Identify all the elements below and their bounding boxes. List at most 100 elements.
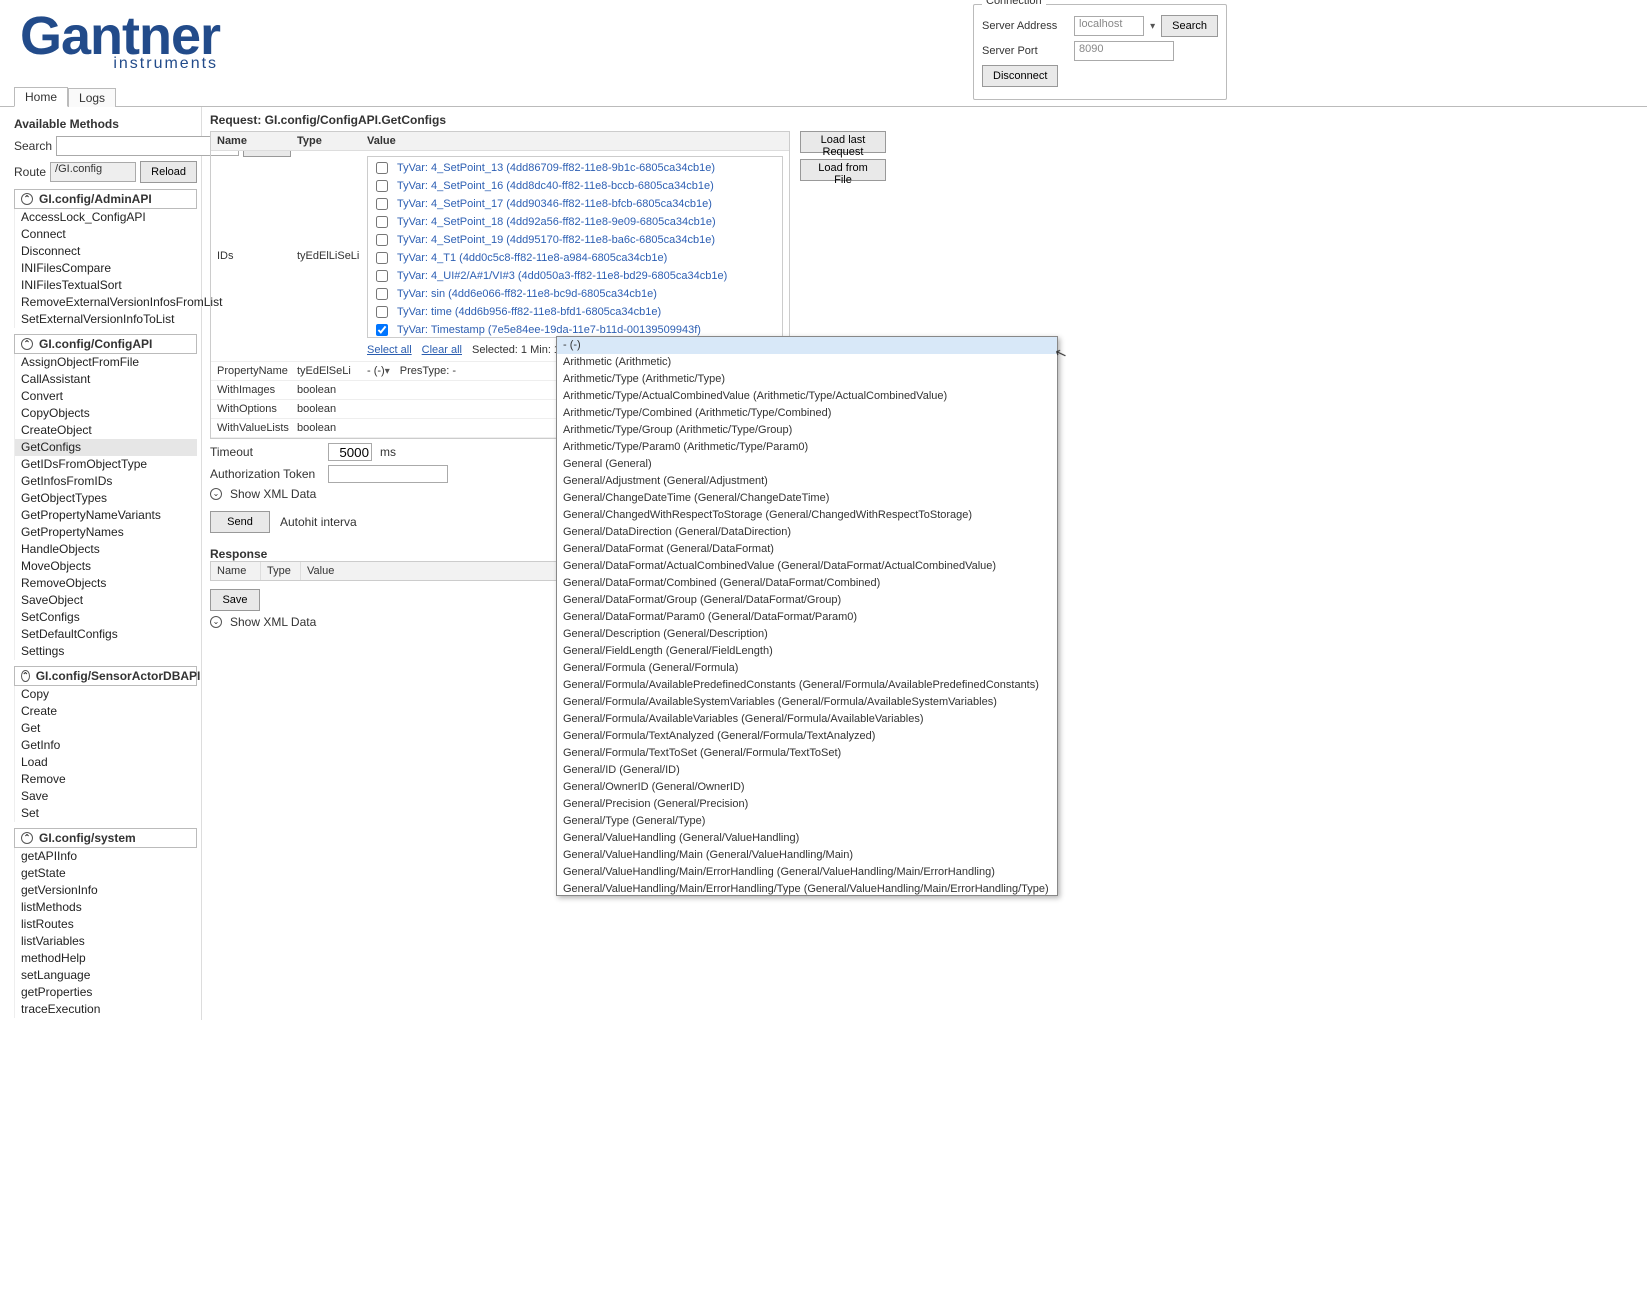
method-item[interactable]: RemoveExternalVersionInfosFromList: [15, 294, 197, 311]
method-item[interactable]: setLanguage: [15, 967, 197, 984]
method-item[interactable]: SaveObject: [15, 592, 197, 609]
dropdown-item[interactable]: Arithmetic/Type/Group (Arithmetic/Type/G…: [557, 422, 1057, 439]
method-item[interactable]: Remove: [15, 771, 197, 788]
server-port-input[interactable]: 8090: [1074, 41, 1174, 61]
method-item[interactable]: getProperties: [15, 984, 197, 1001]
method-item[interactable]: Save: [15, 788, 197, 805]
dropdown-item[interactable]: Arithmetic/Type/Param0 (Arithmetic/Type/…: [557, 439, 1057, 456]
dropdown-item[interactable]: General/Adjustment (General/Adjustment): [557, 473, 1057, 490]
ids-item[interactable]: TyVar: 4_SetPoint_16 (4dd8dc40-ff82-11e8…: [372, 177, 778, 195]
load-from-file-button[interactable]: Load from File: [800, 159, 886, 181]
method-item[interactable]: listRoutes: [15, 916, 197, 933]
dropdown-item[interactable]: General/Type (General/Type): [557, 813, 1057, 830]
dropdown-item[interactable]: General/ValueHandling/Main/ErrorHandling…: [557, 864, 1057, 881]
method-item[interactable]: SetDefaultConfigs: [15, 626, 197, 643]
method-group-header[interactable]: ⌃GI.config/ConfigAPI: [14, 334, 197, 354]
select-all-link[interactable]: Select all: [367, 344, 412, 356]
ids-checkbox[interactable]: [376, 198, 388, 210]
method-group-header[interactable]: ⌃GI.config/AdminAPI: [14, 189, 197, 209]
method-item[interactable]: MoveObjects: [15, 558, 197, 575]
dropdown-item[interactable]: General/ValueHandling/Main/ErrorHandling…: [557, 881, 1057, 896]
method-item[interactable]: SetExternalVersionInfoToList: [15, 311, 197, 328]
ids-checkbox[interactable]: [376, 306, 388, 318]
ids-checkbox[interactable]: [376, 180, 388, 192]
method-item[interactable]: getAPIInfo: [15, 848, 197, 865]
reload-button[interactable]: Reload: [140, 161, 197, 183]
propertyname-dropdown[interactable]: - (-)Arithmetic (Arithmetic)Arithmetic/T…: [556, 336, 1058, 896]
search-button[interactable]: Search: [1161, 15, 1218, 37]
dropdown-item[interactable]: General/DataFormat (General/DataFormat): [557, 541, 1057, 558]
chevron-up-icon[interactable]: ⌃: [21, 670, 30, 682]
dropdown-item[interactable]: General/Formula/AvailableVariables (Gene…: [557, 711, 1057, 728]
dropdown-item[interactable]: General (General): [557, 456, 1057, 473]
method-item[interactable]: Set: [15, 805, 197, 822]
save-button[interactable]: Save: [210, 589, 260, 611]
timeout-input[interactable]: [328, 443, 372, 461]
ids-item[interactable]: TyVar: 4_UI#2/A#1/VI#3 (4dd050a3-ff82-11…: [372, 267, 778, 285]
method-item[interactable]: AccessLock_ConfigAPI: [15, 209, 197, 226]
method-item[interactable]: Convert: [15, 388, 197, 405]
ids-item[interactable]: TyVar: 4_SetPoint_19 (4dd95170-ff82-11e8…: [372, 231, 778, 249]
show-xml-resp-label[interactable]: Show XML Data: [230, 615, 316, 629]
method-item[interactable]: Load: [15, 754, 197, 771]
disconnect-button[interactable]: Disconnect: [982, 65, 1058, 87]
dropdown-item[interactable]: General/OwnerID (General/OwnerID): [557, 779, 1057, 796]
dropdown-item[interactable]: - (-): [557, 337, 1057, 354]
method-item[interactable]: GetInfo: [15, 737, 197, 754]
method-item[interactable]: getVersionInfo: [15, 882, 197, 899]
method-item[interactable]: traceExecution: [15, 1001, 197, 1018]
dropdown-item[interactable]: General/Formula/AvailablePredefinedConst…: [557, 677, 1057, 694]
method-item[interactable]: GetObjectTypes: [15, 490, 197, 507]
method-item[interactable]: AssignObjectFromFile: [15, 354, 197, 371]
dropdown-item[interactable]: General/ChangeDateTime (General/ChangeDa…: [557, 490, 1057, 507]
method-item[interactable]: CopyObjects: [15, 405, 197, 422]
ids-item[interactable]: TyVar: 4_T1 (4dd0c5c8-ff82-11e8-a984-680…: [372, 249, 778, 267]
method-item[interactable]: listVariables: [15, 933, 197, 950]
dropdown-item[interactable]: General/DataFormat/ActualCombinedValue (…: [557, 558, 1057, 575]
method-item[interactable]: CallAssistant: [15, 371, 197, 388]
send-button[interactable]: Send: [210, 511, 270, 533]
dropdown-item[interactable]: General/Precision (General/Precision): [557, 796, 1057, 813]
method-item[interactable]: SetConfigs: [15, 609, 197, 626]
dropdown-item[interactable]: General/Formula/TextAnalyzed (General/Fo…: [557, 728, 1057, 745]
dropdown-item[interactable]: Arithmetic/Type/Combined (Arithmetic/Typ…: [557, 405, 1057, 422]
ids-item[interactable]: TyVar: time (4dd6b956-ff82-11e8-bfd1-680…: [372, 303, 778, 321]
method-item[interactable]: Copy: [15, 686, 197, 703]
method-item[interactable]: Disconnect: [15, 243, 197, 260]
dropdown-item[interactable]: General/DataFormat/Combined (General/Dat…: [557, 575, 1057, 592]
dropdown-item[interactable]: Arithmetic (Arithmetic): [557, 354, 1057, 371]
dropdown-item[interactable]: General/Formula/TextToSet (General/Formu…: [557, 745, 1057, 762]
chevron-up-icon[interactable]: ⌃: [21, 832, 33, 844]
chevron-up-icon[interactable]: ⌃: [21, 338, 33, 350]
dropdown-item[interactable]: General/FieldLength (General/FieldLength…: [557, 643, 1057, 660]
method-item[interactable]: GetInfosFromIDs: [15, 473, 197, 490]
dropdown-item[interactable]: Arithmetic/Type (Arithmetic/Type): [557, 371, 1057, 388]
ids-checkbox[interactable]: [376, 252, 388, 264]
chevron-down-icon[interactable]: ⌄: [210, 488, 222, 500]
method-item[interactable]: GetPropertyNameVariants: [15, 507, 197, 524]
method-item[interactable]: Connect: [15, 226, 197, 243]
server-address-caret-icon[interactable]: ▾: [1150, 21, 1155, 32]
method-item[interactable]: INIFilesTextualSort: [15, 277, 197, 294]
ids-item[interactable]: TyVar: sin (4dd6e066-ff82-11e8-bc9d-6805…: [372, 285, 778, 303]
ids-checkbox[interactable]: [376, 288, 388, 300]
method-item[interactable]: getState: [15, 865, 197, 882]
dropdown-item[interactable]: General/Formula (General/Formula): [557, 660, 1057, 677]
ids-item[interactable]: TyVar: 4_SetPoint_13 (4dd86709-ff82-11e8…: [372, 159, 778, 177]
method-group-header[interactable]: ⌃GI.config/system: [14, 828, 197, 848]
method-item[interactable]: methodHelp: [15, 950, 197, 967]
auth-token-input[interactable]: [328, 465, 448, 483]
method-item[interactable]: GetConfigs: [15, 439, 197, 456]
ids-checkbox[interactable]: [376, 216, 388, 228]
method-item[interactable]: GetIDsFromObjectType: [15, 456, 197, 473]
dropdown-item[interactable]: General/ChangedWithRespectToStorage (Gen…: [557, 507, 1057, 524]
method-item[interactable]: INIFilesCompare: [15, 260, 197, 277]
ids-item[interactable]: TyVar: 4_SetPoint_17 (4dd90346-ff82-11e8…: [372, 195, 778, 213]
method-item[interactable]: Get: [15, 720, 197, 737]
method-group-header[interactable]: ⌃GI.config/SensorActorDBAPI: [14, 666, 197, 686]
ids-listbox[interactable]: TyVar: 4_SetPoint_13 (4dd86709-ff82-11e8…: [367, 156, 783, 338]
method-item[interactable]: Settings: [15, 643, 197, 660]
method-item[interactable]: RemoveObjects: [15, 575, 197, 592]
route-select[interactable]: /GI.config: [50, 162, 136, 182]
method-item[interactable]: CreateObject: [15, 422, 197, 439]
